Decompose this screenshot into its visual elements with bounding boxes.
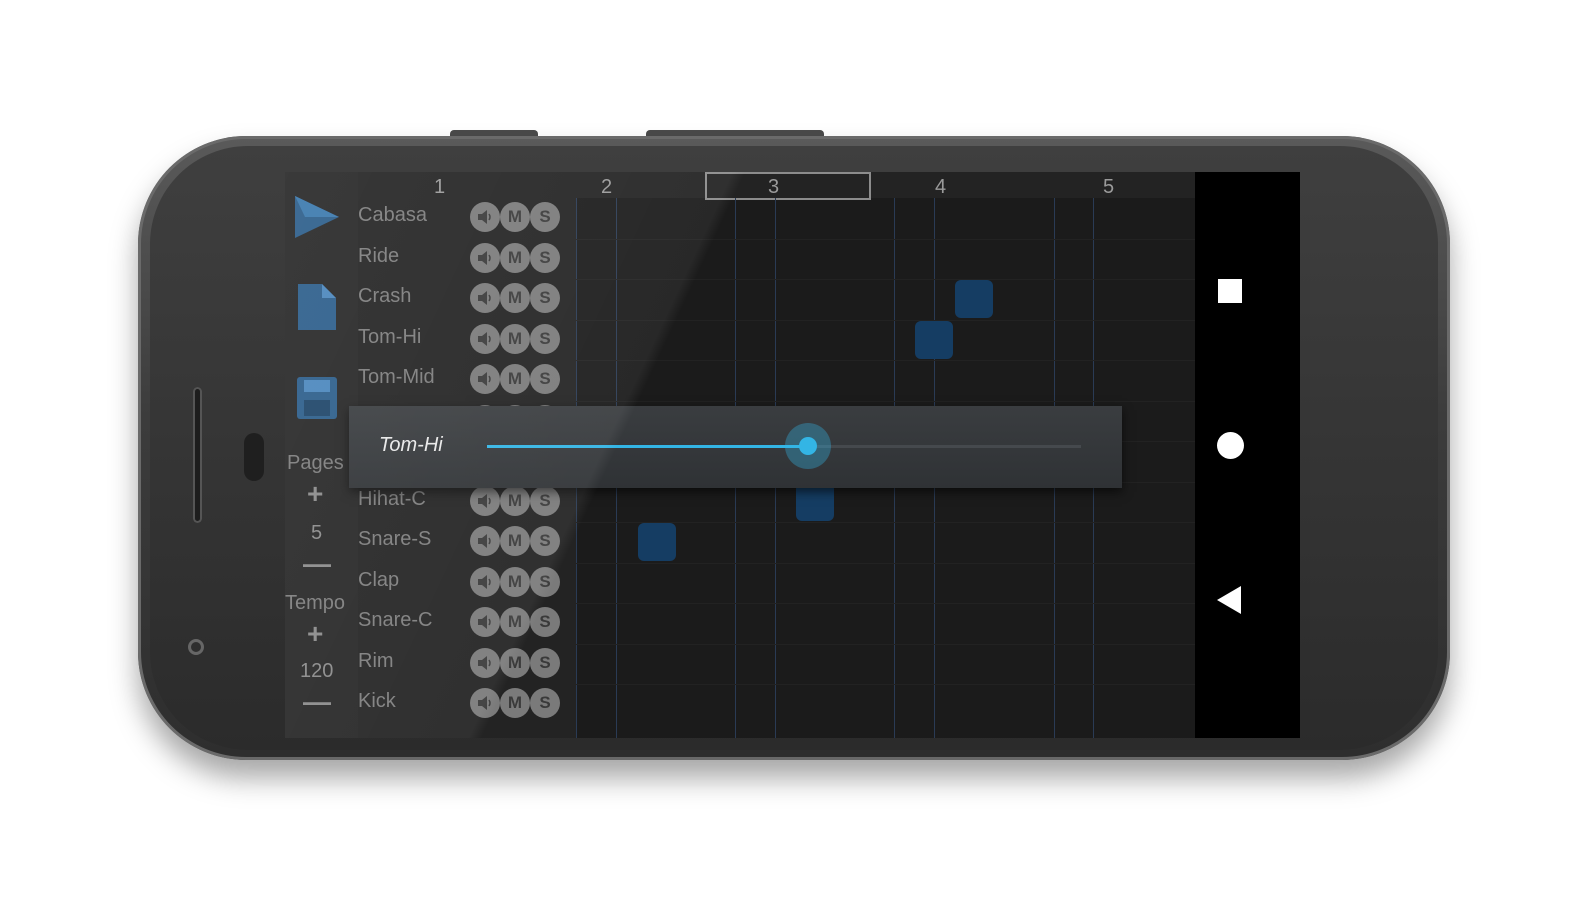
- front-camera: [244, 433, 264, 481]
- s-button[interactable]: S: [530, 323, 560, 354]
- speaker-icon: [478, 291, 491, 305]
- new-file-icon[interactable]: [298, 284, 336, 330]
- ruler-page-1[interactable]: 1: [434, 176, 445, 199]
- volume-slider[interactable]: [487, 423, 1081, 469]
- track-name[interactable]: Tom-Mid: [358, 366, 435, 389]
- mute-button[interactable]: [470, 566, 500, 597]
- m-button[interactable]: M: [500, 485, 530, 516]
- speaker-icon: [478, 696, 491, 710]
- track-row: Snare-S M S: [285, 522, 1300, 562]
- track-name[interactable]: Cabasa: [358, 204, 427, 227]
- track-row: Tom-Hi M S: [285, 320, 1300, 360]
- m-button[interactable]: M: [500, 647, 530, 678]
- m-button[interactable]: M: [500, 364, 530, 394]
- track-name[interactable]: Crash: [358, 285, 411, 308]
- track-name[interactable]: Clap: [358, 569, 399, 592]
- speaker-icon: [478, 250, 491, 265]
- system-navbar: [1195, 172, 1300, 738]
- tempo-plus-button[interactable]: +: [307, 618, 323, 650]
- track-row: Ride M S: [285, 239, 1300, 279]
- step-cell-active[interactable]: [954, 280, 993, 318]
- tempo-label: Tempo: [285, 592, 346, 614]
- mute-button[interactable]: [470, 283, 500, 313]
- mute-button[interactable]: [470, 202, 500, 232]
- mute-button[interactable]: [470, 647, 500, 678]
- tempo-value: 120: [300, 660, 334, 682]
- app-screen: 1 2 3 4 5 Cabasa M S Ride M S Crash M S Tom-Hi M S T…: [285, 172, 1300, 738]
- track-row: Kick M S: [285, 684, 1300, 724]
- track-name[interactable]: Snare-C: [358, 609, 432, 632]
- track-name[interactable]: Kick: [358, 690, 396, 713]
- volume-dialog-track-name: Tom-Hi: [379, 434, 443, 456]
- square-recents-icon[interactable]: [1218, 279, 1242, 303]
- pages-value: 5: [311, 522, 323, 544]
- m-button[interactable]: M: [500, 283, 530, 313]
- mute-button[interactable]: [470, 688, 500, 718]
- s-button[interactable]: S: [530, 566, 560, 597]
- s-button[interactable]: S: [530, 688, 560, 718]
- pages-plus-button[interactable]: +: [307, 478, 323, 510]
- m-button[interactable]: M: [500, 566, 530, 597]
- m-button[interactable]: M: [500, 202, 530, 232]
- step-cell-active[interactable]: [796, 482, 835, 521]
- speaker-icon: [478, 372, 491, 386]
- step-cell-active[interactable]: [915, 320, 954, 359]
- s-button[interactable]: S: [530, 485, 560, 516]
- ruler-page-3[interactable]: 3: [768, 176, 779, 199]
- s-button[interactable]: S: [530, 647, 560, 678]
- ruler-page-4[interactable]: 4: [935, 176, 946, 199]
- triangle-back-icon[interactable]: [1217, 586, 1243, 614]
- track-volume-dialog: Tom-Hi: [349, 406, 1122, 488]
- speaker-icon: [478, 655, 491, 670]
- m-button[interactable]: M: [500, 526, 530, 556]
- s-button[interactable]: S: [530, 283, 560, 313]
- save-icon[interactable]: [297, 377, 337, 419]
- current-page-indicator[interactable]: [705, 172, 871, 200]
- m-button[interactable]: M: [500, 323, 530, 354]
- m-button[interactable]: M: [500, 607, 530, 637]
- track-row: Crash M S: [285, 279, 1300, 319]
- earpiece-speaker: [193, 387, 202, 523]
- circle-home-icon[interactable]: [1217, 432, 1244, 459]
- pages-minus-button[interactable]: —: [303, 548, 331, 580]
- track-name[interactable]: Tom-Hi: [358, 326, 421, 349]
- mute-button[interactable]: [470, 485, 500, 516]
- mute-button[interactable]: [470, 242, 500, 273]
- m-button[interactable]: M: [500, 688, 530, 718]
- step-cell-active[interactable]: [638, 523, 676, 561]
- s-button[interactable]: S: [530, 202, 560, 232]
- tempo-minus-button[interactable]: —: [303, 686, 331, 718]
- sensor-dot: [188, 639, 204, 655]
- track-row: Snare-C M S: [285, 603, 1300, 643]
- speaker-icon: [478, 210, 491, 224]
- mute-button[interactable]: [470, 364, 500, 394]
- speaker-icon: [478, 493, 491, 508]
- volume-slider-thumb[interactable]: [784, 423, 831, 469]
- track-row: Rim M S: [285, 644, 1300, 684]
- mute-button[interactable]: [470, 323, 500, 354]
- mute-button[interactable]: [470, 526, 500, 556]
- speaker-icon: [478, 574, 491, 589]
- ruler-page-2[interactable]: 2: [601, 176, 612, 199]
- s-button[interactable]: S: [530, 607, 560, 637]
- s-button[interactable]: S: [530, 526, 560, 556]
- ruler-page-5[interactable]: 5: [1103, 176, 1114, 199]
- mute-button[interactable]: [470, 607, 500, 637]
- s-button[interactable]: S: [530, 242, 560, 273]
- track-row: Tom-Mid M S: [285, 360, 1300, 400]
- play-icon[interactable]: [293, 194, 341, 240]
- speaker-icon: [478, 615, 491, 629]
- track-name[interactable]: Ride: [358, 245, 399, 268]
- track-name[interactable]: Snare-S: [358, 528, 431, 551]
- pages-label: Pages: [287, 452, 344, 474]
- track-row: Cabasa M S: [285, 198, 1300, 238]
- speaker-icon: [478, 331, 491, 346]
- speaker-icon: [478, 534, 491, 548]
- volume-slider-fill: [487, 445, 808, 448]
- track-row: Clap M S: [285, 563, 1300, 603]
- m-button[interactable]: M: [500, 242, 530, 273]
- track-name[interactable]: Hihat-C: [358, 488, 426, 511]
- s-button[interactable]: S: [530, 364, 560, 394]
- track-name[interactable]: Rim: [358, 650, 394, 673]
